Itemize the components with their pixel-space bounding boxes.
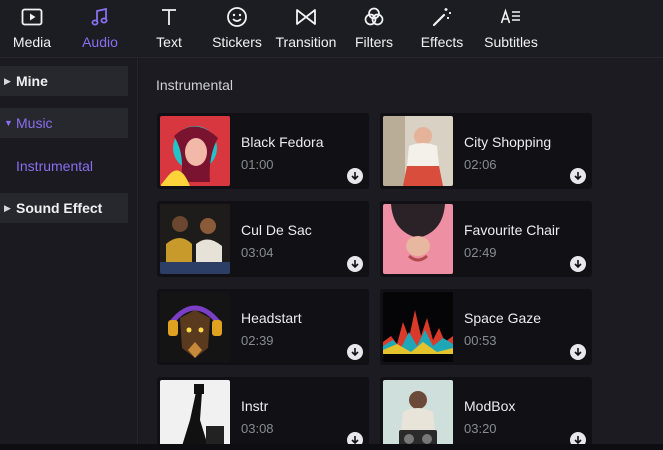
track-name: Favourite Chair [464, 222, 560, 238]
music-note-icon [91, 7, 108, 26]
tab-filters[interactable]: Filters [352, 0, 396, 58]
track-card[interactable]: Space Gaze 00:53 [380, 289, 592, 365]
track-card[interactable]: Black Fedora 01:00 [157, 113, 369, 189]
track-duration: 03:08 [241, 421, 274, 436]
tab-effects-label: Effects [420, 34, 464, 50]
track-thumbnail [383, 292, 453, 362]
top-toolbar: Media Audio Text Stickers Transition Fil… [0, 0, 663, 58]
sidebar-item-label: Sound Effect [16, 200, 103, 216]
track-name: Headstart [241, 310, 302, 326]
tab-transition-label: Transition [275, 34, 337, 50]
track-card[interactable]: ModBox 03:20 [380, 377, 592, 450]
section-title: Instrumental [156, 77, 234, 93]
tab-effects[interactable]: Effects [418, 0, 466, 58]
tab-transition[interactable]: Transition [272, 0, 340, 58]
download-icon[interactable] [347, 256, 363, 272]
caret-right-icon: ▶ [4, 202, 11, 213]
audio-library-panel: Instrumental Black Fedora 01:00 City Sho… [139, 58, 663, 450]
smiley-icon [227, 7, 247, 27]
tab-stickers-label: Stickers [212, 34, 262, 50]
tab-text[interactable]: Text [150, 0, 188, 58]
caret-right-icon: ▶ [4, 75, 11, 86]
caret-down-icon: ▼ [4, 118, 13, 128]
track-name: Black Fedora [241, 134, 324, 150]
subtitles-icon [500, 8, 520, 24]
track-card[interactable]: Favourite Chair 02:49 [380, 201, 592, 277]
tab-subtitles[interactable]: Subtitles [482, 0, 540, 58]
download-icon[interactable] [570, 344, 586, 360]
track-name: City Shopping [464, 134, 552, 150]
tab-media[interactable]: Media [8, 0, 56, 58]
tab-text-label: Text [156, 34, 182, 50]
media-icon [21, 8, 43, 26]
sidebar-item-label: Music [16, 115, 53, 131]
sidebar-item-music[interactable]: ▼ Music [0, 108, 128, 138]
track-name: ModBox [464, 398, 516, 414]
download-icon[interactable] [347, 344, 363, 360]
tab-filters-label: Filters [354, 34, 394, 50]
track-thumbnail [160, 380, 230, 450]
tab-audio[interactable]: Audio [78, 0, 122, 58]
bowtie-icon [296, 9, 316, 25]
track-thumbnail [383, 204, 453, 274]
track-duration: 02:06 [464, 157, 497, 172]
track-thumbnail [383, 380, 453, 450]
tab-audio-label: Audio [82, 34, 118, 50]
filters-icon [364, 7, 384, 26]
track-name: Instr [241, 398, 269, 414]
track-duration: 03:20 [464, 421, 497, 436]
track-card[interactable]: Cul De Sac 03:04 [157, 201, 369, 277]
track-duration: 01:00 [241, 157, 274, 172]
bottom-edge [0, 444, 663, 450]
category-sidebar: ▶ Mine ▼ Music Instrumental ▶ Sound Effe… [0, 58, 138, 450]
track-thumbnail [383, 116, 453, 186]
track-card[interactable]: City Shopping 02:06 [380, 113, 592, 189]
sidebar-item-sound-effect[interactable]: ▶ Sound Effect [0, 193, 128, 223]
text-icon [162, 9, 176, 25]
download-icon[interactable] [570, 168, 586, 184]
track-duration: 02:39 [241, 333, 274, 348]
track-card[interactable]: Instr 03:08 [157, 377, 369, 450]
download-icon[interactable] [570, 256, 586, 272]
sidebar-item-mine[interactable]: ▶ Mine [0, 66, 128, 96]
tab-media-label: Media [12, 34, 52, 50]
track-duration: 02:49 [464, 245, 497, 260]
sidebar-subitem-instrumental[interactable]: Instrumental [16, 158, 93, 174]
magic-wand-icon [432, 8, 451, 27]
track-duration: 00:53 [464, 333, 497, 348]
track-thumbnail [160, 292, 230, 362]
track-card[interactable]: Headstart 02:39 [157, 289, 369, 365]
track-name: Space Gaze [464, 310, 542, 326]
track-thumbnail [160, 204, 230, 274]
tab-stickers[interactable]: Stickers [208, 0, 266, 58]
tab-subtitles-label: Subtitles [484, 34, 538, 50]
track-duration: 03:04 [241, 245, 274, 260]
download-icon[interactable] [347, 168, 363, 184]
sidebar-item-label: Mine [16, 73, 48, 89]
track-thumbnail [160, 116, 230, 186]
track-name: Cul De Sac [241, 222, 312, 238]
